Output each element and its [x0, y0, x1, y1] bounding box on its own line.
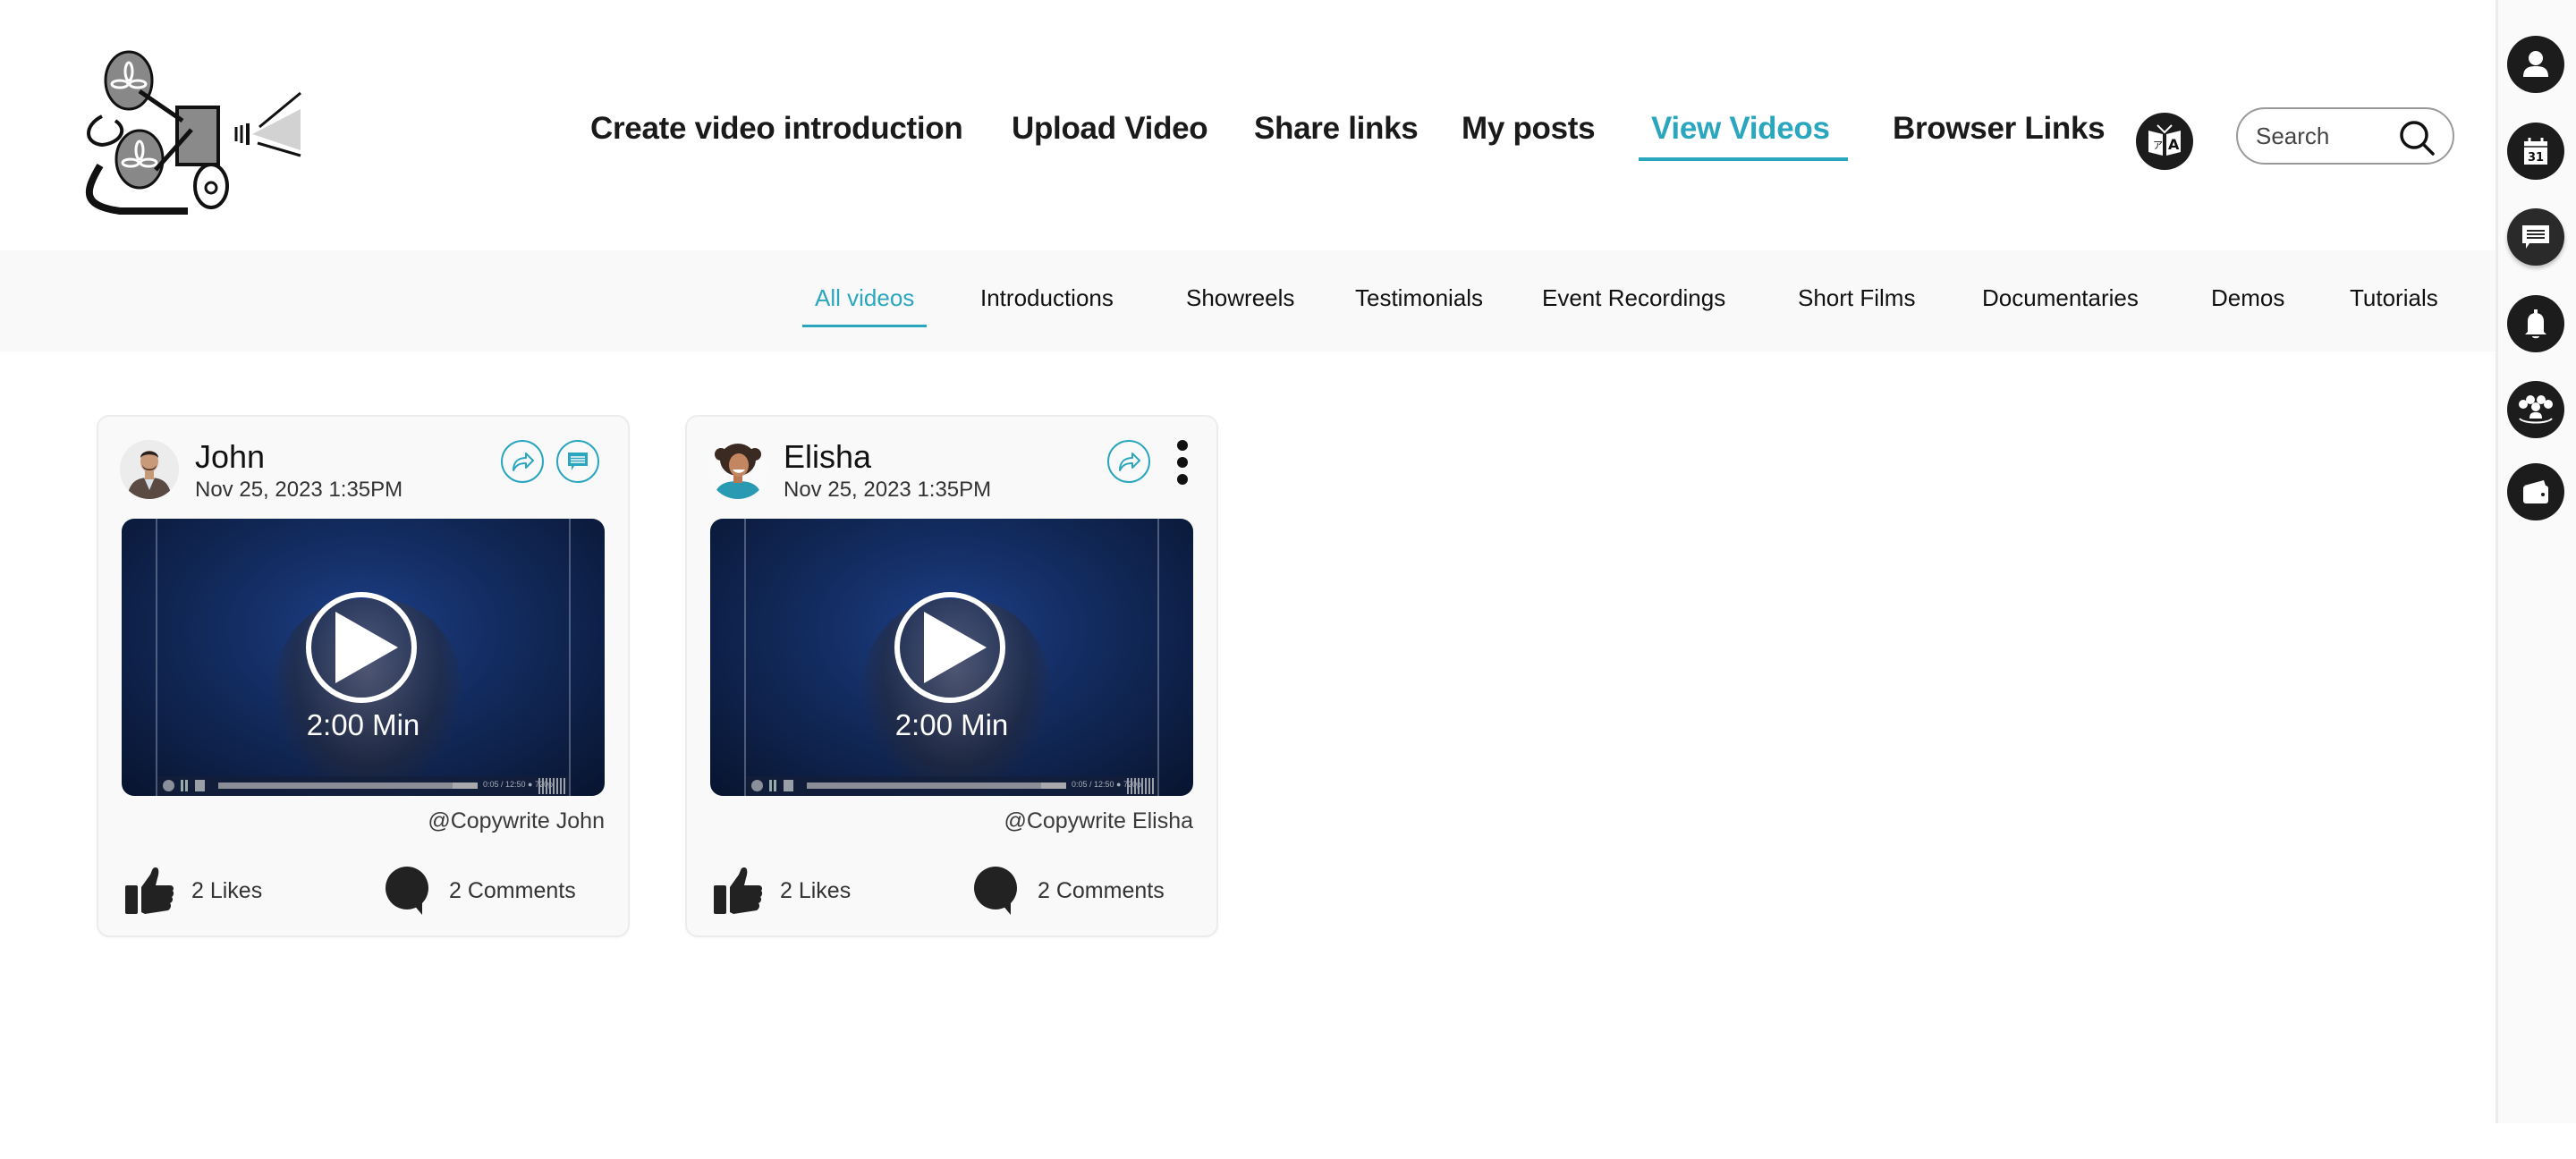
share-icon — [513, 453, 534, 471]
player-pause-icon[interactable] — [181, 780, 188, 791]
video-player-controls: 0:05 / 12:50 ● 720p — [157, 776, 569, 796]
post-timestamp: Nov 25, 2023 1:35PM — [784, 478, 992, 502]
translate-icon: ア A — [2148, 124, 2181, 156]
player-volume-icon[interactable] — [1127, 778, 1154, 794]
play-button[interactable] — [894, 592, 1005, 703]
tab-tutorials[interactable]: Tutorials — [2350, 284, 2438, 312]
more-options-icon[interactable] — [1174, 440, 1191, 485]
tab-testimonials[interactable]: Testimonials — [1355, 284, 1483, 312]
share-icon — [1119, 453, 1140, 471]
nav-my-posts[interactable]: My posts — [1462, 111, 1596, 147]
nav-create-video-introduction[interactable]: Create video introduction — [590, 111, 963, 147]
messages-icon — [2522, 225, 2549, 249]
translate-button[interactable]: ア A — [2136, 113, 2193, 170]
likes-count: 2 Likes — [780, 877, 852, 903]
tab-documentaries[interactable]: Documentaries — [1982, 284, 2139, 312]
tab-demos[interactable]: Demos — [2211, 284, 2284, 312]
nav-share-links[interactable]: Share links — [1254, 111, 1419, 147]
video-post-card: John Nov 25, 2023 1:35PM 2:00 Min 0:05 /… — [97, 415, 630, 937]
tab-all-videos[interactable]: All videos — [801, 284, 928, 327]
nav-browser-links[interactable]: Browser Links — [1893, 111, 2106, 147]
likes-count: 2 Likes — [191, 877, 263, 903]
like-button[interactable]: 2 Likes — [712, 864, 851, 918]
comment-bubble-icon — [386, 867, 428, 915]
play-icon — [335, 612, 398, 683]
player-stop-icon[interactable] — [195, 780, 205, 791]
calendar-button[interactable]: 31 — [2507, 123, 2564, 180]
svg-text:A: A — [2168, 136, 2180, 153]
avatar[interactable] — [120, 440, 179, 499]
comments-count: 2 Comments — [449, 877, 576, 903]
share-button[interactable] — [1107, 440, 1150, 483]
thumbs-up-icon — [714, 867, 763, 914]
video-frame-line — [744, 519, 746, 796]
message-icon — [568, 453, 588, 470]
groups-icon — [2519, 395, 2553, 424]
video-duration: 2:00 Min — [894, 708, 1009, 741]
video-frame-line — [156, 519, 157, 796]
comments-button[interactable]: 2 Comments — [383, 864, 576, 918]
video-frame-line — [569, 519, 571, 796]
like-button[interactable]: 2 Likes — [123, 864, 262, 918]
comments-count: 2 Comments — [1038, 877, 1165, 903]
wallet-icon — [2523, 480, 2548, 503]
player-stop-icon[interactable] — [784, 780, 793, 791]
search-input[interactable] — [2256, 118, 2399, 154]
wallet-button[interactable] — [2507, 463, 2564, 520]
player-play-icon[interactable] — [163, 780, 174, 791]
avatar[interactable] — [708, 440, 767, 499]
video-thumbnail[interactable]: 2:00 Min 0:05 / 12:50 ● 720p — [122, 519, 605, 796]
tab-short-films[interactable]: Short Films — [1798, 284, 1915, 312]
post-author[interactable]: Elisha — [784, 438, 871, 476]
comments-button[interactable]: 2 Comments — [971, 864, 1165, 918]
player-progress-bar[interactable] — [218, 783, 478, 789]
player-volume-icon[interactable] — [538, 778, 565, 794]
groups-button[interactable] — [2507, 381, 2564, 438]
profile-button[interactable] — [2507, 36, 2564, 93]
post-author[interactable]: John — [195, 438, 265, 476]
message-button[interactable] — [556, 440, 599, 483]
film-projector-logo[interactable] — [66, 45, 317, 224]
tab-showreels[interactable]: Showreels — [1186, 284, 1294, 312]
nav-upload-video[interactable]: Upload Video — [1012, 111, 1208, 147]
player-play-icon[interactable] — [751, 780, 763, 791]
play-button[interactable] — [306, 592, 417, 703]
right-sidebar: 31 — [2496, 0, 2576, 1123]
video-duration: 2:00 Min — [306, 708, 420, 741]
share-button[interactable] — [501, 440, 544, 483]
thumbs-up-icon — [125, 867, 174, 914]
notifications-button[interactable] — [2507, 295, 2564, 352]
category-tabs: All videos Introductions Showreels Testi… — [0, 250, 2496, 351]
tab-event-recordings[interactable]: Event Recordings — [1542, 284, 1725, 312]
play-icon — [924, 612, 987, 683]
search-icon[interactable] — [2397, 118, 2436, 157]
top-header: Create video introduction Upload Video S… — [0, 0, 2496, 250]
video-post-card: Elisha Nov 25, 2023 1:35PM 2:00 Min 0:05… — [685, 415, 1218, 937]
post-copyright: @Copywrite Elisha — [1004, 808, 1193, 833]
post-copyright: @Copywrite John — [428, 808, 605, 833]
calendar-day: 31 — [2528, 151, 2544, 165]
notifications-icon — [2525, 309, 2546, 339]
comment-bubble-icon — [974, 867, 1017, 915]
video-thumbnail[interactable]: 2:00 Min 0:05 / 12:50 ● 720p — [710, 519, 1193, 796]
tab-introductions[interactable]: Introductions — [980, 284, 1114, 312]
player-progress-bar[interactable] — [807, 783, 1066, 789]
messages-button[interactable] — [2507, 208, 2564, 266]
profile-icon — [2523, 51, 2548, 77]
video-frame-line — [1157, 519, 1159, 796]
svg-text:ア: ア — [2153, 140, 2163, 151]
calendar-icon: 31 — [2524, 138, 2547, 165]
video-player-controls: 0:05 / 12:50 ● 720p — [746, 776, 1157, 796]
player-pause-icon[interactable] — [769, 780, 776, 791]
post-timestamp: Nov 25, 2023 1:35PM — [195, 478, 403, 502]
nav-view-videos[interactable]: View Videos — [1639, 111, 1848, 161]
search-box — [2236, 107, 2454, 165]
